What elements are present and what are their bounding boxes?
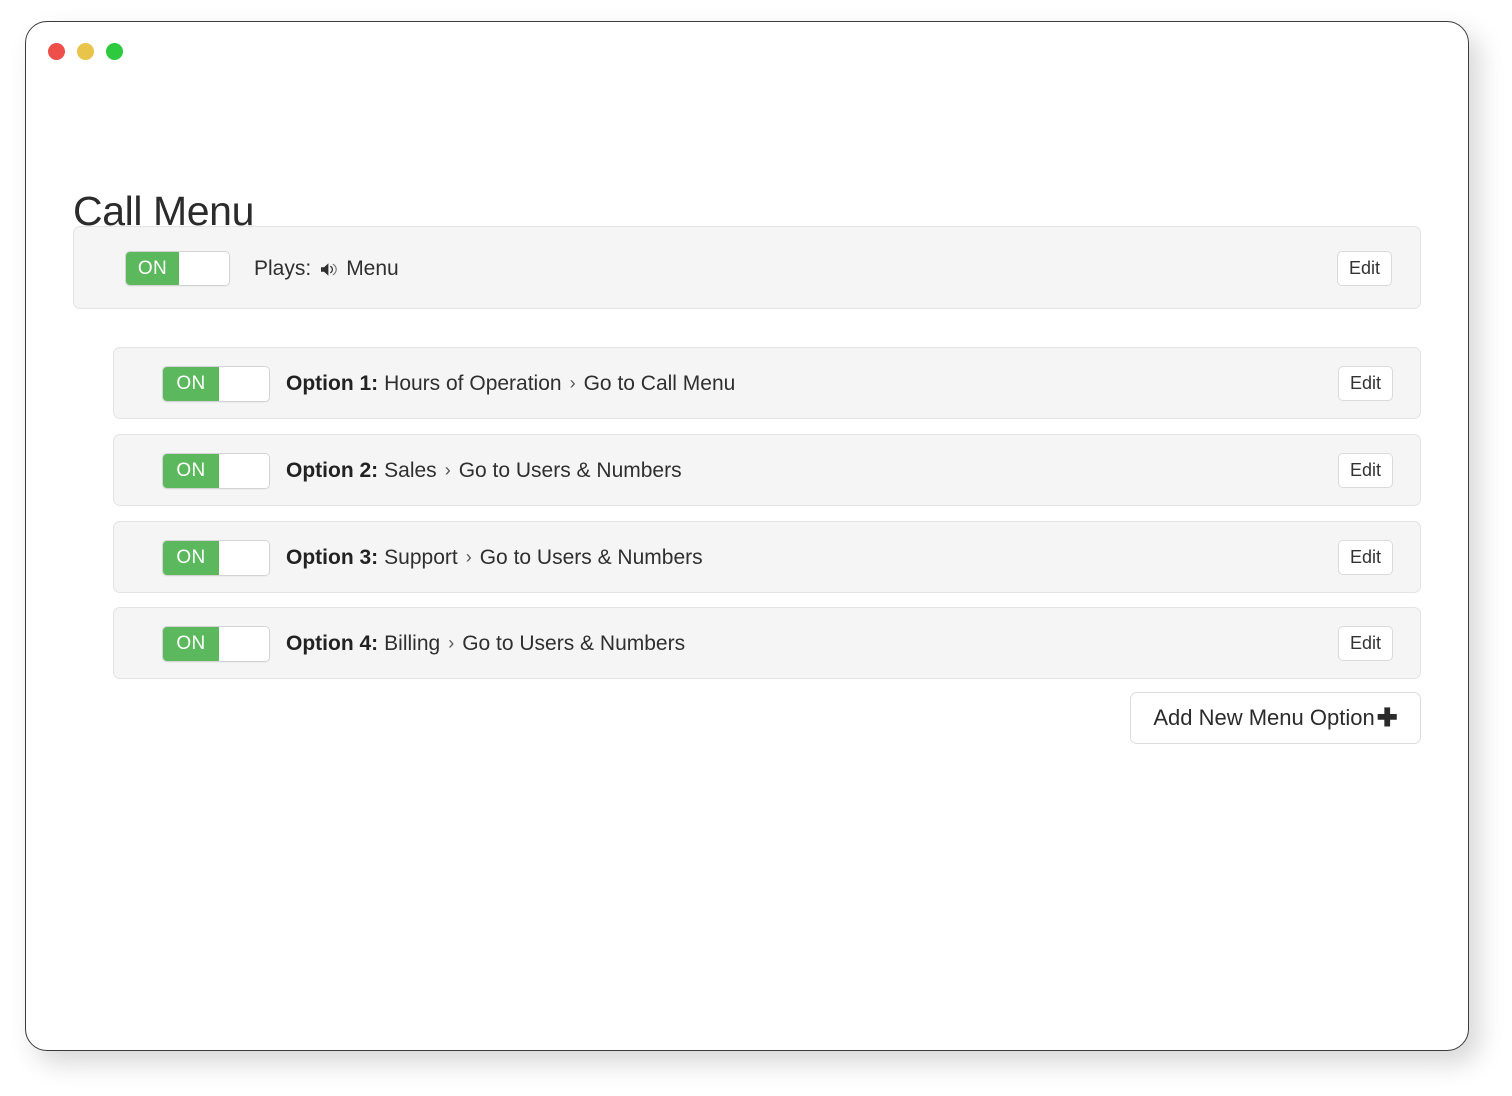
chevron-right-icon: › [448,632,455,653]
option-3-label: Option 3: [286,546,379,569]
option-2-target: Sales [384,459,437,482]
menu-option-row-4: ON Option 4: Billing › Go to Users & Num… [113,607,1421,679]
call-menu-header-row: ON Plays: Menu Edit [73,226,1421,309]
app-window: Call Menu ON Plays: Menu Edit ON Option … [25,21,1469,1051]
option-3-toggle-on-label: ON [163,541,219,575]
option-3-enable-toggle[interactable]: ON [162,540,270,576]
option-1-toggle-on-label: ON [163,367,219,401]
header-enable-toggle[interactable]: ON [125,251,230,286]
option-1-destination: Go to Call Menu [583,372,736,395]
chevron-right-icon: › [465,546,472,567]
add-new-menu-option-button[interactable]: Add New Menu Option ✚ [1130,692,1421,744]
plus-icon: ✚ [1376,703,1398,732]
option-2-toggle-track [218,454,269,488]
option-3-destination: Go to Users & Numbers [479,546,703,569]
edit-option-3-button[interactable]: Edit [1338,540,1393,575]
option-4-toggle-track [218,627,269,661]
edit-option-1-button[interactable]: Edit [1338,366,1393,401]
add-new-menu-option-label: Add New Menu Option [1153,705,1375,730]
page-content: Call Menu ON Plays: Menu Edit ON Option … [26,22,1468,1050]
plays-value: Menu [346,256,399,280]
option-1-enable-toggle[interactable]: ON [162,366,270,402]
option-4-enable-toggle[interactable]: ON [162,626,270,662]
chevron-right-icon: › [569,372,576,393]
menu-option-row-2: ON Option 2: Sales › Go to Users & Numbe… [113,434,1421,506]
option-2-destination: Go to Users & Numbers [458,459,682,482]
option-1-target: Hours of Operation [384,372,562,395]
option-2-toggle-on-label: ON [163,454,219,488]
header-toggle-on-label: ON [126,252,179,285]
option-4-toggle-on-label: ON [163,627,219,661]
chevron-right-icon: › [444,459,451,480]
option-4-destination: Go to Users & Numbers [462,632,686,655]
plays-label: Plays: [254,256,312,280]
menu-option-row-1: ON Option 1: Hours of Operation › Go to … [113,347,1421,419]
option-3-target: Support [384,546,458,569]
edit-option-2-button[interactable]: Edit [1338,453,1393,488]
option-1-label: Option 1: [286,372,379,395]
option-4-target: Billing [384,632,441,655]
speaker-wave-icon [320,261,339,278]
option-3-toggle-track [218,541,269,575]
edit-option-4-button[interactable]: Edit [1338,626,1393,661]
menu-option-row-3: ON Option 3: Support › Go to Users & Num… [113,521,1421,593]
screenshot-root: Call Menu ON Plays: Menu Edit ON Option … [0,0,1512,1096]
header-toggle-track [178,252,229,285]
option-4-label: Option 4: [286,632,379,655]
option-3-description: Option 3: Support › Go to Users & Number… [286,522,703,594]
edit-header-button[interactable]: Edit [1337,251,1392,286]
option-1-toggle-track [218,367,269,401]
option-2-label: Option 2: [286,459,379,482]
option-4-description: Option 4: Billing › Go to Users & Number… [286,608,685,680]
option-1-description: Option 1: Hours of Operation › Go to Cal… [286,348,735,420]
option-2-enable-toggle[interactable]: ON [162,453,270,489]
option-2-description: Option 2: Sales › Go to Users & Numbers [286,435,682,507]
plays-line: Plays: Menu [254,227,399,310]
